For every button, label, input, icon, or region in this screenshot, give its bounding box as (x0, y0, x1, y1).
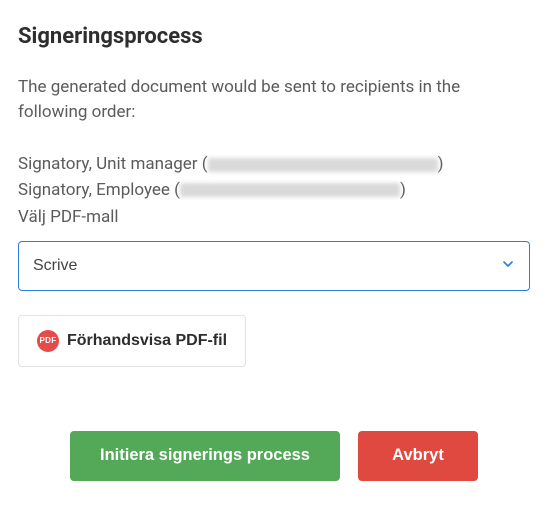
recipient-row: Signatory, Employee () (18, 178, 530, 204)
redacted-name (208, 158, 438, 172)
intro-text: The generated document would be sent to … (18, 75, 530, 124)
redacted-name (180, 183, 400, 197)
pdf-template-input[interactable] (18, 241, 530, 291)
recipient-prefix: Signatory, Unit manager ( (18, 154, 208, 174)
initiate-signing-button[interactable]: Initiera signerings process (70, 431, 340, 481)
dialog-title: Signeringsprocess (18, 24, 530, 49)
recipient-list: Signatory, Unit manager () Signatory, Em… (18, 152, 530, 231)
cancel-button[interactable]: Avbryt (358, 431, 478, 481)
recipient-suffix: ) (400, 180, 406, 200)
recipient-suffix: ) (438, 154, 444, 174)
recipient-prefix: Signatory, Employee ( (18, 180, 180, 200)
recipient-row: Signatory, Unit manager () (18, 152, 530, 178)
pdf-icon: PDF (37, 330, 59, 352)
dialog-actions: Initiera signerings process Avbryt (18, 431, 530, 481)
preview-pdf-button[interactable]: PDF Förhandsvisa PDF-fil (18, 315, 246, 367)
preview-pdf-label: Förhandsvisa PDF-fil (67, 332, 227, 350)
pdf-template-select[interactable] (18, 241, 530, 291)
select-label: Välj PDF-mall (18, 205, 530, 231)
